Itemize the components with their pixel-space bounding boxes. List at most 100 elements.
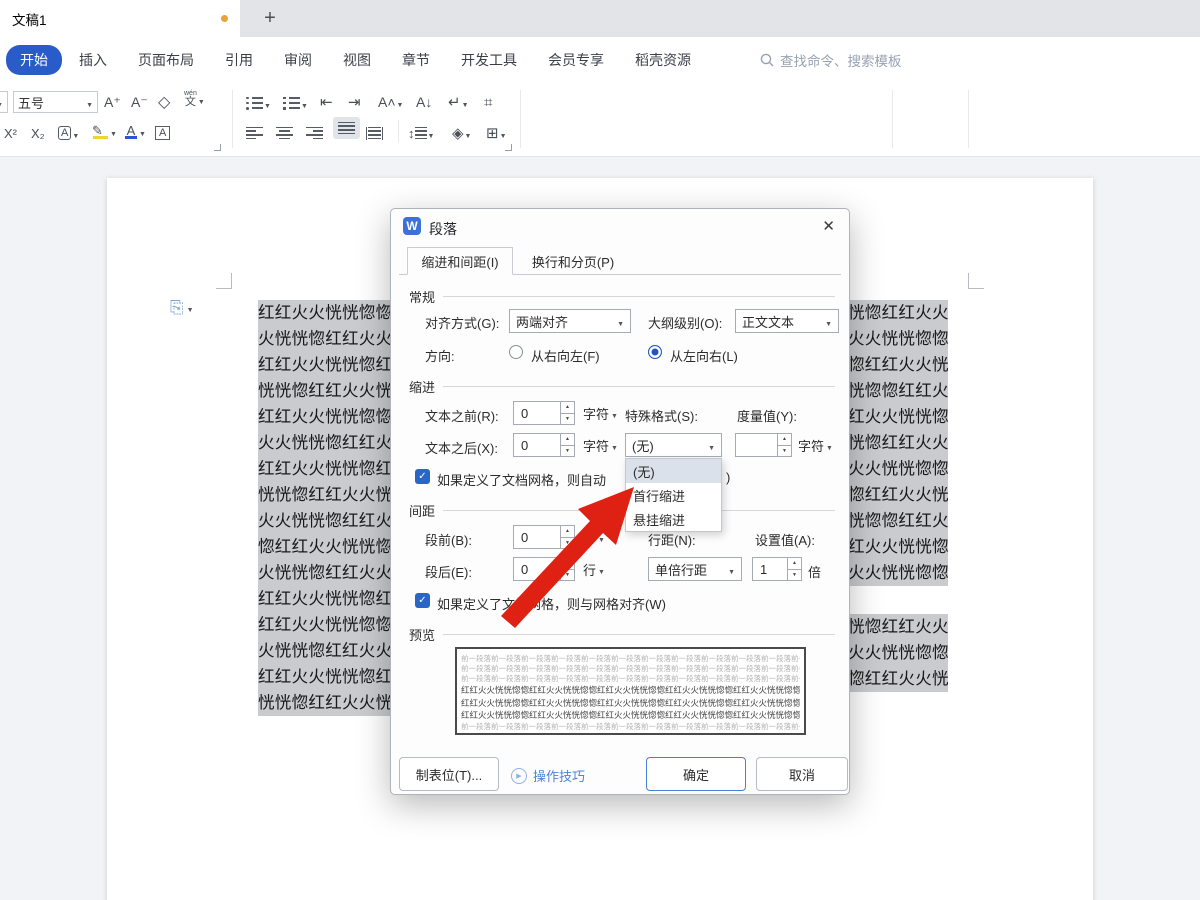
text-line: 恍惚惚红红火 (848, 378, 948, 404)
dropdown-item-none[interactable]: (无) (626, 459, 721, 483)
menu-dev-tools[interactable]: 开发工具 (461, 50, 517, 70)
shading-button[interactable]: ◈ (452, 122, 471, 144)
menu-docer[interactable]: 稻壳资源 (635, 50, 691, 70)
menu-home[interactable]: 开始 (6, 44, 62, 75)
document-tab-title: 文稿1 (12, 12, 47, 28)
char-scale-button[interactable]: A˄ (378, 91, 403, 113)
line-spacing-button[interactable]: ↕ (408, 122, 434, 144)
font-color-button[interactable]: A (124, 120, 146, 142)
menu-page-layout[interactable]: 页面布局 (138, 50, 194, 70)
justify-button[interactable] (333, 117, 360, 139)
text-direction-button[interactable]: A↓ (416, 91, 432, 113)
bullet-list-button[interactable] (246, 92, 271, 114)
superscript-button[interactable]: X² (4, 122, 17, 144)
chevron-down-icon (110, 123, 117, 139)
chevron-down-icon (598, 562, 605, 577)
char-border-button[interactable]: A (155, 122, 171, 144)
chevron-down-icon (264, 95, 271, 111)
chevron-down-icon (462, 94, 469, 111)
command-search-placeholder: 查找命令、搜索模板 (780, 53, 902, 69)
text-line: 恍惚红红火火 (848, 614, 948, 640)
paragraph-dialog-launcher[interactable] (505, 144, 512, 151)
ltr-radio-label[interactable]: 从左向右(L) (670, 346, 738, 365)
grid-align-checkbox[interactable] (415, 593, 430, 608)
increase-font-button[interactable]: A⁺ (104, 91, 121, 113)
dropdown-item-first-line[interactable]: 首行缩进 (626, 483, 721, 507)
numbered-list-button[interactable] (283, 92, 308, 114)
increase-indent-button[interactable]: ⇥ (348, 91, 361, 113)
tab-line-page-break[interactable]: 换行和分页(P) (517, 247, 629, 275)
measure-label: 度量值(Y): (737, 409, 797, 424)
text-line: 火恍恍惚红红火火 (258, 560, 392, 586)
rtl-radio-label[interactable]: 从右向左(F) (531, 346, 600, 365)
cancel-button[interactable]: 取消 (756, 757, 848, 791)
align-center-button[interactable] (276, 122, 293, 144)
align-center-icon (276, 126, 293, 140)
space-before-spinner[interactable]: 0 (513, 525, 575, 549)
clear-format-button[interactable]: ◇ (158, 91, 170, 113)
menu-member[interactable]: 会员专享 (548, 50, 604, 70)
align-right-button[interactable] (306, 122, 323, 144)
text-line: 火火恍恍惚红红火 (258, 430, 392, 456)
menu-insert[interactable]: 插入 (79, 50, 107, 70)
align-select[interactable]: 两端对齐 (509, 309, 631, 333)
subscript-button[interactable]: X₂ (31, 122, 45, 144)
text-before-spinner[interactable]: 0 (513, 401, 575, 425)
char-shading-button[interactable]: A (58, 122, 79, 144)
ruler-button[interactable]: ⌗ (484, 91, 492, 113)
dropdown-item-hanging[interactable]: 悬挂缩进 (626, 507, 721, 531)
selected-text-right-para2[interactable]: 恍惚红红火火 火火恍恍惚惚 惚红红火火恍 (848, 614, 948, 692)
distribute-button[interactable] (366, 122, 383, 144)
close-icon[interactable]: ✕ (822, 217, 835, 235)
ok-button[interactable]: 确定 (646, 757, 746, 791)
set-value-spinner[interactable]: 1 (752, 557, 802, 581)
command-search-box[interactable]: 查找命令、搜索模板 (760, 50, 902, 70)
selected-text-left[interactable]: 红红火火恍恍惚惚 火恍恍惚红红火火 红红火火恍恍惚红 恍恍惚红红火火恍 红红火火恍恍惚惚… (258, 300, 392, 716)
line-spacing-select[interactable]: 单倍行距 (648, 557, 742, 581)
selected-text-right-para1[interactable]: 恍惚红红火火 火火恍恍惚惚 惚红红火火恍 恍惚惚红红火 红火火恍恍惚 恍惚红红火火 火火恍恍… (848, 300, 948, 586)
menu-references[interactable]: 引用 (225, 50, 253, 70)
section-preview: 预览 (409, 625, 835, 644)
ltr-radio[interactable] (648, 345, 662, 359)
font-name-select[interactable] (0, 91, 8, 113)
text-line: 惚红红火火恍 (848, 352, 948, 378)
space-after-unit[interactable]: 行 (583, 557, 605, 581)
text-after-unit[interactable]: 字符 (583, 433, 618, 457)
auto-adjust-checkbox[interactable] (415, 469, 430, 484)
set-value-unit: 倍 (808, 565, 822, 580)
borders-button[interactable]: ⊞ (486, 122, 507, 144)
section-spacing: 间距 (409, 501, 835, 520)
new-tab-button[interactable]: + (252, 0, 288, 37)
text-line: 恍恍惚红红火火恍 (258, 378, 392, 404)
font-size-select[interactable]: 五号 (13, 91, 98, 113)
outline-level-label: 大纲级别(O): (648, 316, 723, 331)
rtl-radio[interactable] (509, 345, 523, 359)
chevron-down-icon (500, 125, 507, 142)
menu-review[interactable]: 审阅 (284, 50, 312, 70)
menu-section[interactable]: 章节 (402, 50, 430, 70)
pinyin-guide-button[interactable]: wén 文 (184, 88, 205, 110)
measure-unit[interactable]: 字符 (798, 433, 833, 457)
text-line: 红红火火恍恍惚红 (258, 456, 392, 482)
measure-spinner[interactable] (735, 433, 792, 457)
decrease-font-button[interactable]: A⁻ (131, 91, 148, 113)
special-format-select[interactable]: (无) (625, 433, 722, 457)
text-before-unit[interactable]: 字符 (583, 401, 618, 425)
text-after-spinner[interactable]: 0 (513, 433, 575, 457)
wrap-mark-button[interactable]: ↵ (448, 91, 469, 113)
highlight-color-button[interactable]: ✎ (92, 120, 117, 142)
auto-adjust-label: 如果定义了文档网格，则自动 (437, 473, 607, 488)
char-border-icon: A (155, 126, 171, 140)
font-dialog-launcher[interactable] (214, 144, 221, 151)
space-before-unit[interactable]: 行 (583, 525, 605, 549)
menu-view[interactable]: 视图 (343, 50, 371, 70)
align-left-button[interactable] (246, 122, 263, 144)
space-after-spinner[interactable]: 0 (513, 557, 575, 581)
tab-indent-spacing[interactable]: 缩进和间距(I) (407, 247, 513, 275)
decrease-indent-button[interactable]: ⇤ (320, 91, 333, 113)
paste-options-button[interactable]: ⎘ (170, 298, 194, 318)
outline-level-select[interactable]: 正文文本 (735, 309, 839, 333)
tabs-button[interactable]: 制表位(T)... (399, 757, 499, 791)
tips-link[interactable]: 操作技巧 (511, 766, 585, 785)
document-tab[interactable]: 文稿1 (0, 0, 240, 37)
